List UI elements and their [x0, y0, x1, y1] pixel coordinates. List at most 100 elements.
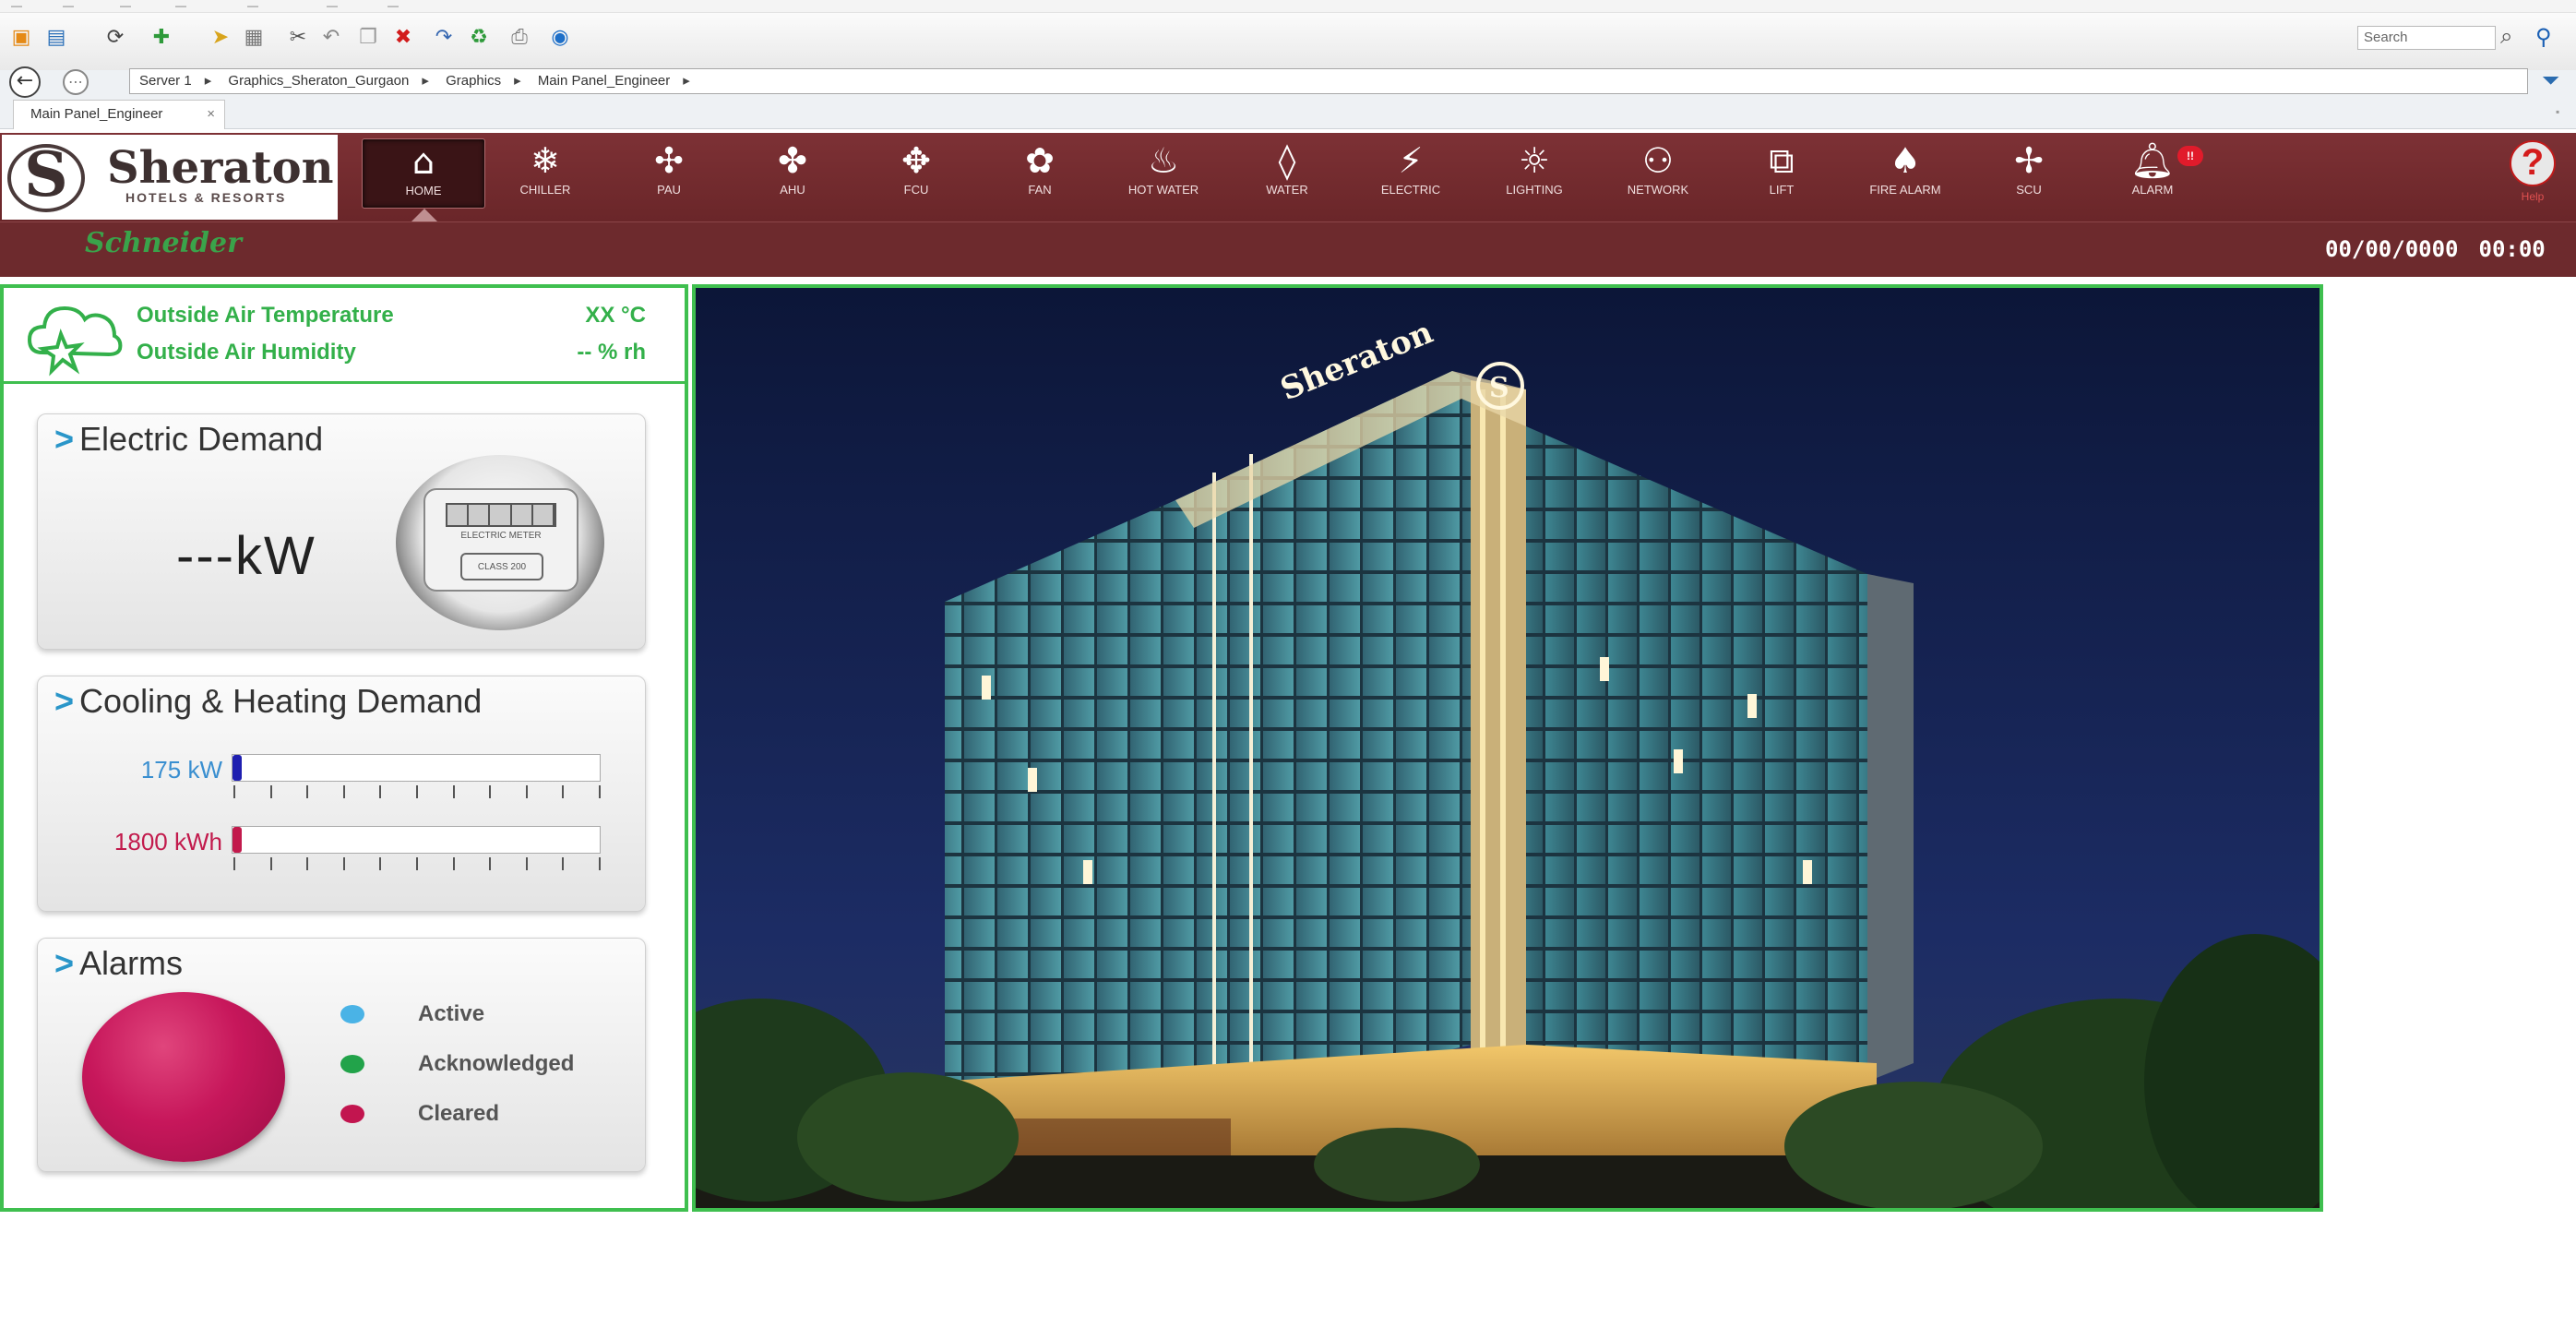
search-input[interactable]: Search — [2357, 26, 2496, 50]
droplet-icon: ◊ — [1278, 140, 1296, 181]
scale-tick — [233, 785, 235, 798]
menu-item[interactable]: — — [388, 0, 399, 11]
outside-air-temperature-value: XX °C — [585, 303, 646, 328]
nav-lighting[interactable]: ☼ LIGHTING — [1473, 138, 1596, 209]
active-label: Active — [418, 1001, 485, 1026]
find-icon[interactable]: ⚲ — [2535, 24, 2552, 51]
window-icon[interactable]: ▤ — [44, 26, 68, 50]
chevron-right-icon: > — [54, 682, 75, 720]
scale-tick — [489, 785, 492, 798]
breadcrumb-item[interactable]: Main Panel_Engineer — [538, 73, 670, 89]
nav-water[interactable]: ◊ WATER — [1225, 138, 1349, 209]
scale-tick — [525, 785, 528, 798]
date-time-display: 00/00/0000 00:00 — [2325, 236, 2546, 262]
meter-digits — [446, 503, 556, 527]
breadcrumb-item[interactable]: Graphics — [446, 73, 501, 89]
help-icon[interactable]: ? — [2510, 140, 2556, 186]
active-dot — [340, 1005, 364, 1023]
nav-hot-water[interactable]: ♨ HOT WATER — [1102, 138, 1225, 209]
menu-item[interactable]: — — [327, 0, 338, 11]
nav-fan[interactable]: ✿ FAN — [978, 138, 1102, 209]
print-icon[interactable]: ⎙ — [507, 26, 531, 50]
card-title: > Alarms — [54, 944, 183, 983]
menu-item[interactable]: — — [63, 0, 74, 11]
nav-scu[interactable]: ✢ SCU — [1967, 138, 2091, 209]
menu-item[interactable]: — — [11, 0, 22, 11]
scale-tick — [342, 785, 345, 798]
tab-main-panel[interactable]: Main Panel_Engineer × — [13, 100, 225, 129]
heat-icon: ♨ — [1147, 140, 1180, 181]
breadcrumb-separator: ▸ — [683, 73, 690, 89]
forward-icon[interactable]: ⋯ — [63, 69, 89, 95]
breadcrumb-item[interactable]: Graphics_Sheraton_Gurgaon — [228, 73, 409, 89]
alarms-card[interactable]: > Alarms Active Acknowledged Cleared — [37, 938, 646, 1172]
scale-tick — [525, 857, 528, 870]
nav-lift[interactable]: ⧉ LIFT — [1720, 138, 1843, 209]
nav-pau[interactable]: ✣ PAU — [607, 138, 731, 209]
breadcrumb: Server 1 ▸ Graphics_Sheraton_Gurgaon ▸ Gra… — [129, 68, 2528, 94]
breadcrumb-separator: ▸ — [514, 73, 521, 89]
nav-label: FCU — [903, 183, 929, 197]
heating-demand-bar — [232, 826, 601, 854]
time-value: 00:00 — [2478, 236, 2546, 262]
chevron-right-icon: > — [54, 420, 75, 458]
undo-icon[interactable]: ↶ — [319, 26, 343, 50]
logo-emblem: S — [24, 138, 68, 210]
nav-label: HOT WATER — [1127, 183, 1199, 197]
alarm-status-indicator — [82, 992, 285, 1162]
scale-tick — [379, 785, 382, 798]
nav-network[interactable]: ⚇ NETWORK — [1596, 138, 1720, 209]
schneider-logo: Schneider — [85, 227, 242, 259]
electric-demand-card[interactable]: > Electric Demand ---kW ELECTRIC METER CL… — [37, 413, 646, 650]
nav-electric[interactable]: ⚡ ELECTRIC — [1349, 138, 1473, 209]
nav-chiller[interactable]: ❄ CHILLER — [483, 138, 607, 209]
open-icon[interactable]: ➤ — [209, 26, 233, 50]
brand-tagline: HOTELS & RESORTS — [125, 190, 287, 205]
scale-tick — [416, 785, 418, 798]
nav-label: FAN — [1028, 183, 1052, 197]
refresh-icon[interactable]: ⟳ — [103, 26, 127, 50]
cut-icon[interactable]: ✂ — [286, 26, 310, 50]
copy-icon[interactable]: ❐ — [356, 26, 380, 50]
bulb-icon: ☼ — [1518, 140, 1551, 181]
menu-item[interactable]: — — [120, 0, 131, 11]
scale-tick — [599, 785, 601, 798]
cooling-heating-card[interactable]: > Cooling & Heating Demand 175 kW 1800 kW… — [37, 676, 646, 912]
hotel-building-image: Sheraton S — [692, 284, 2323, 1212]
building-illustration: Sheraton S — [696, 288, 2320, 1208]
add-icon[interactable]: ✚ — [149, 26, 173, 50]
outside-air-temperature-label: Outside Air Temperature — [137, 303, 394, 328]
heating-demand-fill — [233, 827, 242, 853]
nav-fire-alarm[interactable]: ♠ FIRE ALARM — [1843, 138, 1967, 209]
pin-icon[interactable]: ▪ — [2556, 105, 2559, 118]
menu-item[interactable]: — — [247, 0, 258, 11]
back-icon[interactable]: ← — [9, 66, 41, 98]
menu-item[interactable]: — — [175, 0, 186, 11]
fan-icon: ✣ — [654, 140, 684, 181]
home-icon: ⌂ — [411, 141, 435, 182]
outside-air-humidity-value: -- % rh — [577, 340, 646, 365]
nav-label: FIRE ALARM — [1869, 183, 1941, 197]
globe-icon[interactable]: ◉ — [548, 26, 572, 50]
menu-bar: — — — — — — — — [0, 0, 2576, 13]
save-icon[interactable]: ▦ — [242, 26, 266, 50]
alarms-title: Alarms — [79, 944, 184, 982]
nav-home[interactable]: ⌂ HOME — [362, 138, 485, 209]
scale-tick — [599, 857, 601, 870]
folder-icon[interactable]: ▣ — [9, 26, 33, 50]
scale-tick — [489, 857, 492, 870]
search-icon[interactable]: ⌕ — [2500, 24, 2512, 50]
tab-row — [0, 98, 2576, 129]
close-icon[interactable]: × — [207, 101, 215, 128]
fan-icon: ✤ — [778, 140, 807, 181]
filter-icon[interactable]: ⏷ — [2542, 68, 2559, 94]
breadcrumb-item[interactable]: Server 1 — [139, 73, 192, 89]
card-title: > Cooling & Heating Demand — [54, 682, 482, 721]
nav-fcu[interactable]: ✥ FCU — [854, 138, 978, 209]
delete-icon[interactable]: ✖ — [391, 26, 415, 50]
redo-icon[interactable]: ↷ — [432, 26, 456, 50]
reload-icon[interactable]: ♻ — [467, 26, 491, 50]
meter-brand: ELECTRIC METER — [460, 531, 542, 541]
scale-tick — [379, 857, 382, 870]
nav-ahu[interactable]: ✤ AHU — [731, 138, 854, 209]
